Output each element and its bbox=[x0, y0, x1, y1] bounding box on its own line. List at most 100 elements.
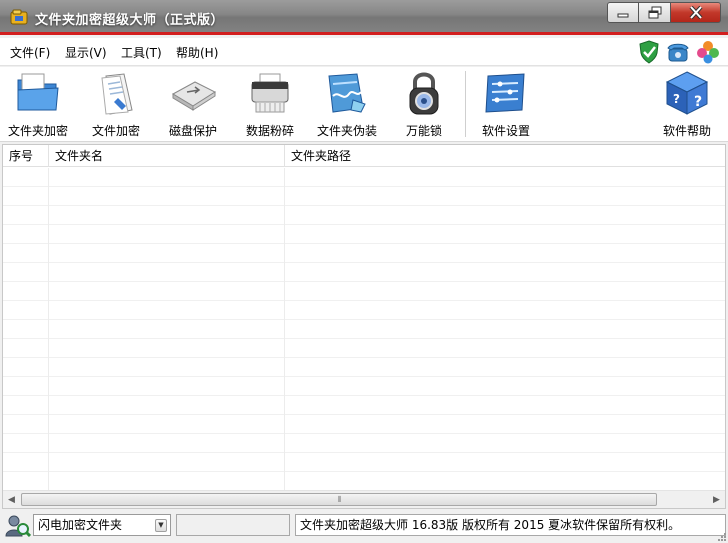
table-row[interactable] bbox=[3, 244, 725, 263]
column-divider bbox=[48, 168, 49, 187]
column-divider bbox=[48, 472, 49, 490]
list-body[interactable] bbox=[3, 168, 725, 490]
toolbar-separator bbox=[465, 71, 466, 137]
column-divider bbox=[48, 434, 49, 453]
table-row[interactable] bbox=[3, 434, 725, 453]
restore-button[interactable] bbox=[639, 2, 671, 23]
chevron-down-icon[interactable]: ▼ bbox=[155, 519, 167, 532]
column-divider bbox=[48, 453, 49, 472]
minimize-button[interactable] bbox=[607, 2, 639, 23]
table-row[interactable] bbox=[3, 320, 725, 339]
menu-view[interactable]: 显示(V) bbox=[65, 44, 107, 61]
menu-tools[interactable]: 工具(T) bbox=[121, 44, 162, 61]
software-help-label: 软件帮助 bbox=[662, 124, 711, 138]
column-divider bbox=[284, 339, 285, 358]
software-settings-label: 软件设置 bbox=[481, 124, 530, 138]
column-index[interactable]: 序号 bbox=[3, 145, 49, 167]
column-divider bbox=[48, 320, 49, 339]
column-divider bbox=[48, 396, 49, 415]
column-divider bbox=[284, 415, 285, 434]
clover-icon[interactable] bbox=[696, 40, 720, 64]
folder-disguise-icon bbox=[328, 73, 366, 113]
disk-protect-button[interactable]: 磁盘保护 bbox=[157, 69, 229, 139]
table-row[interactable] bbox=[3, 225, 725, 244]
folder-disguise-button[interactable]: 文件夹伪装 bbox=[311, 69, 383, 139]
column-divider bbox=[48, 358, 49, 377]
close-button[interactable] bbox=[671, 2, 721, 23]
data-shred-button[interactable]: 数据粉碎 bbox=[234, 69, 306, 139]
minimize-icon bbox=[617, 13, 629, 17]
scroll-thumb[interactable]: ⦀ bbox=[21, 493, 657, 506]
column-divider bbox=[284, 168, 285, 187]
user-search-icon bbox=[5, 515, 31, 538]
table-row[interactable] bbox=[3, 263, 725, 282]
file-encrypt-button[interactable]: 文件加密 bbox=[80, 69, 152, 139]
title-bar: 文件夹加密超级大师（正式版） bbox=[0, 0, 728, 35]
status-icons bbox=[638, 40, 720, 64]
table-row[interactable] bbox=[3, 377, 725, 396]
folder-list[interactable]: 序号 文件夹名 文件夹路径 ◀ ⦀ ▶ bbox=[2, 144, 726, 509]
table-row[interactable] bbox=[3, 187, 725, 206]
column-divider bbox=[284, 358, 285, 377]
software-help-button[interactable]: ? ? 软件帮助 bbox=[651, 69, 723, 139]
table-row[interactable] bbox=[3, 301, 725, 320]
column-divider bbox=[48, 225, 49, 244]
menu-file[interactable]: 文件(F) bbox=[10, 44, 50, 61]
horizontal-scrollbar[interactable]: ◀ ⦀ ▶ bbox=[3, 490, 725, 508]
column-divider bbox=[284, 263, 285, 282]
table-row[interactable] bbox=[3, 472, 725, 490]
column-divider bbox=[48, 282, 49, 301]
status-panel-blank bbox=[176, 514, 290, 536]
menu-help[interactable]: 帮助(H) bbox=[176, 44, 218, 61]
telephone-icon[interactable] bbox=[666, 40, 690, 64]
column-divider bbox=[284, 472, 285, 490]
column-divider bbox=[284, 396, 285, 415]
toolbar: 文件夹加密 文件加密 磁盘保护 数据粉碎 文件夹伪装 万能锁 软件设置 ? ? … bbox=[0, 67, 728, 142]
folder-encrypt-icon bbox=[17, 73, 59, 111]
copyright-text: 文件夹加密超级大师 16.83版 版权所有 2015 夏冰软件保留所有权利。 bbox=[295, 514, 726, 536]
table-row[interactable] bbox=[3, 358, 725, 377]
column-divider bbox=[284, 187, 285, 206]
table-row[interactable] bbox=[3, 339, 725, 358]
universal-lock-button[interactable]: 万能锁 bbox=[388, 69, 460, 139]
padlock-icon bbox=[409, 72, 439, 115]
folder-encrypt-label: 文件夹加密 bbox=[7, 124, 68, 138]
column-folder-path[interactable]: 文件夹路径 bbox=[285, 145, 725, 167]
folder-encrypt-button[interactable]: 文件夹加密 bbox=[2, 69, 74, 139]
column-divider bbox=[284, 244, 285, 263]
svg-text:?: ? bbox=[694, 94, 702, 110]
column-divider bbox=[284, 301, 285, 320]
column-divider bbox=[284, 282, 285, 301]
table-row[interactable] bbox=[3, 282, 725, 301]
universal-lock-label: 万能锁 bbox=[405, 124, 442, 138]
resize-grip-icon[interactable] bbox=[717, 532, 727, 542]
column-divider bbox=[284, 453, 285, 472]
svg-text:?: ? bbox=[673, 92, 680, 106]
column-divider bbox=[284, 320, 285, 339]
table-row[interactable] bbox=[3, 453, 725, 472]
column-divider bbox=[48, 377, 49, 396]
close-icon bbox=[689, 6, 702, 19]
scroll-left-arrow[interactable]: ◀ bbox=[3, 491, 20, 508]
table-row[interactable] bbox=[3, 415, 725, 434]
encrypt-mode-select[interactable]: 闪电加密文件夹 ▼ bbox=[33, 514, 171, 536]
software-settings-button[interactable]: 软件设置 bbox=[470, 69, 542, 139]
window-title: 文件夹加密超级大师（正式版） bbox=[35, 13, 225, 28]
table-row[interactable] bbox=[3, 168, 725, 187]
table-row[interactable] bbox=[3, 396, 725, 415]
restore-icon bbox=[648, 6, 661, 19]
shredder-icon bbox=[251, 73, 289, 113]
file-encrypt-icon bbox=[101, 73, 133, 115]
app-logo-icon bbox=[10, 9, 28, 25]
column-divider bbox=[284, 206, 285, 225]
column-divider bbox=[48, 263, 49, 282]
file-encrypt-label: 文件加密 bbox=[91, 124, 140, 138]
column-divider bbox=[48, 187, 49, 206]
scroll-right-arrow[interactable]: ▶ bbox=[708, 491, 725, 508]
table-row[interactable] bbox=[3, 206, 725, 225]
column-divider bbox=[48, 339, 49, 358]
shield-check-icon[interactable] bbox=[638, 40, 660, 64]
column-divider bbox=[284, 434, 285, 453]
column-divider bbox=[48, 244, 49, 263]
column-folder-name[interactable]: 文件夹名 bbox=[49, 145, 285, 167]
